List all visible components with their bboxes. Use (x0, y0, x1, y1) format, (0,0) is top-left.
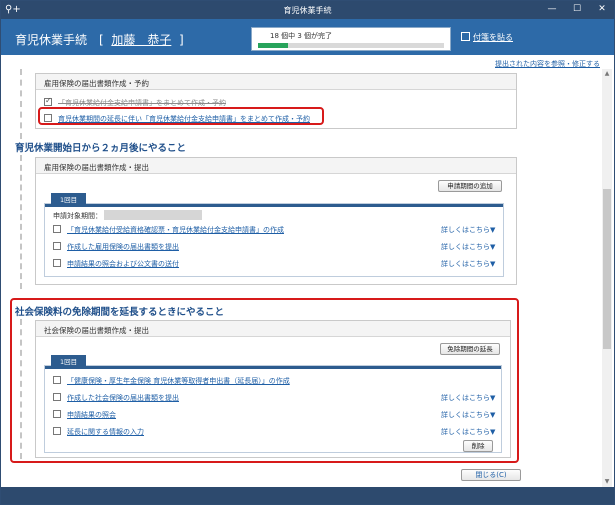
progress-bar (258, 43, 444, 48)
window-title: 育児休業手続 (283, 6, 332, 15)
sticky-note-label: 付箋を貼る (473, 33, 513, 42)
progress-indicator: 18 個中 3 個が完了 (251, 27, 451, 51)
task-checkbox[interactable] (53, 376, 61, 384)
bracket-close: ] (178, 33, 184, 47)
task-link[interactable]: 作成した雇用保険の届出書類を提出 (67, 243, 179, 251)
scroll-down-icon[interactable]: ▼ (602, 477, 612, 487)
task-row[interactable]: 作成した社会保険の届出書類を提出 (53, 393, 179, 405)
round-panel: 1回目 申請対象期間： 「育児休業給付受給資格確認票・育児休業給付金支給申請書」… (44, 193, 504, 277)
minimize-icon[interactable]: — (545, 3, 559, 16)
bracket-open: [ (99, 33, 104, 47)
employee-name: [ 加藤 恭子 ] (99, 31, 184, 48)
extend-exemption-button[interactable]: 免除期間の延長 (440, 343, 500, 355)
timeline-line (20, 69, 22, 139)
task-checkbox[interactable] (53, 393, 61, 401)
close-button[interactable]: 閉じる(C) (461, 469, 521, 481)
details-link[interactable]: 詳しくはこちら▼ (441, 225, 495, 235)
task-checkbox[interactable] (53, 225, 61, 233)
section-title: 社会保険料の免除期間を延長するときにやること (15, 307, 225, 318)
task-link[interactable]: 作成した社会保険の届出書類を提出 (67, 394, 179, 402)
task-scroll-area[interactable]: 雇用保険の届出書類作成・予約 「育児休業給付金支給申請書」をまとめて作成・予約 … (1, 69, 614, 487)
vertical-scrollbar[interactable]: ▲ ▼ (602, 69, 612, 487)
details-link[interactable]: 詳しくはこちら▼ (441, 427, 495, 437)
page-title: 育児休業手続 (15, 33, 88, 47)
timeline-line (20, 319, 22, 459)
task-row[interactable]: 「育児休業給付受給資格確認票・育児休業給付金支給申請書」の作成 (53, 225, 284, 237)
highlight-box (38, 107, 324, 125)
close-icon[interactable]: ✕ (595, 3, 609, 16)
round-tab[interactable]: 1回目 (51, 193, 87, 205)
task-link[interactable]: 申請結果の照会および公文書の送付 (67, 260, 179, 268)
task-row[interactable]: 「健康保険・厚生年金保険 育児休業等取得者申出書（延長届）」の作成 (53, 376, 290, 388)
task-link[interactable]: 申請結果の照会 (67, 411, 116, 419)
task-checkbox[interactable] (44, 96, 52, 106)
task-checkbox[interactable] (53, 427, 61, 435)
view-submitted-link[interactable]: 提出された内容を参照・修正する (495, 59, 600, 69)
footer-bar (1, 487, 614, 504)
progress-text: 18 個中 3 個が完了 (270, 32, 333, 40)
sticky-note-button[interactable]: 付箋を貼る (461, 32, 513, 43)
task-link[interactable]: 延長に関する情報の入力 (67, 428, 144, 436)
round-panel: 1回目 「健康保険・厚生年金保険 育児休業等取得者申出書（延長届）」の作成 作成… (44, 355, 502, 453)
card-title: 雇用保険の届出書類作成・提出 (36, 158, 516, 174)
tab-line (45, 204, 503, 207)
section-title: 育児休業開始日から２ヵ月後にやること (15, 143, 187, 154)
task-link[interactable]: 「育児休業給付受給資格確認票・育児休業給付金支給申請書」の作成 (67, 226, 284, 234)
title-bar: ⚲+ 育児休業手続 — ☐ ✕ (1, 1, 614, 19)
task-row[interactable]: 延長に関する情報の入力 (53, 427, 144, 439)
tab-line (45, 366, 501, 369)
timeline-line (20, 155, 22, 289)
details-link[interactable]: 詳しくはこちら▼ (441, 242, 495, 252)
round-tab[interactable]: 1回目 (51, 355, 87, 367)
task-label[interactable]: 「育児休業給付金支給申請書」をまとめて作成・予約 (58, 99, 226, 107)
employment-insurance-submit-card: 雇用保険の届出書類作成・提出 申請期間の追加 1回目 申請対象期間： 「育児休業… (35, 157, 517, 285)
task-checkbox[interactable] (53, 242, 61, 250)
scroll-thumb[interactable] (603, 189, 611, 349)
sticky-note-icon (461, 32, 470, 41)
task-checkbox[interactable] (53, 410, 61, 418)
page-header: 育児休業手続 [ 加藤 恭子 ] 18 個中 3 個が完了 付箋を貼る (1, 19, 614, 55)
card-title: 雇用保険の届出書類作成・予約 (36, 74, 516, 90)
task-row[interactable]: 作成した雇用保険の届出書類を提出 (53, 242, 179, 254)
add-period-button[interactable]: 申請期間の追加 (438, 180, 502, 192)
progress-fill (258, 43, 288, 48)
social-insurance-submit-card: 社会保険の届出書類作成・提出 免除期間の延長 1回目 「健康保険・厚生年金保険 … (35, 320, 511, 458)
task-checkbox[interactable] (53, 259, 61, 267)
period-value (104, 210, 202, 220)
details-link[interactable]: 詳しくはこちら▼ (441, 393, 495, 403)
employee-name-link[interactable]: 加藤 恭子 (111, 33, 171, 47)
details-link[interactable]: 詳しくはこちら▼ (441, 259, 495, 269)
period-label: 申請対象期間： (53, 212, 102, 220)
details-link[interactable]: 詳しくはこちら▼ (441, 410, 495, 420)
maximize-icon[interactable]: ☐ (570, 3, 584, 16)
app-window: ⚲+ 育児休業手続 — ☐ ✕ 育児休業手続 [ 加藤 恭子 ] 18 個中 3… (0, 0, 615, 505)
card-title: 社会保険の届出書類作成・提出 (36, 321, 510, 337)
task-link[interactable]: 「健康保険・厚生年金保険 育児休業等取得者申出書（延長届）」の作成 (67, 377, 290, 385)
task-row[interactable]: 申請結果の照会 (53, 410, 116, 422)
delete-button[interactable]: 削除 (463, 440, 493, 452)
scroll-up-icon[interactable]: ▲ (602, 69, 612, 79)
task-row[interactable]: 申請結果の照会および公文書の送付 (53, 259, 179, 271)
